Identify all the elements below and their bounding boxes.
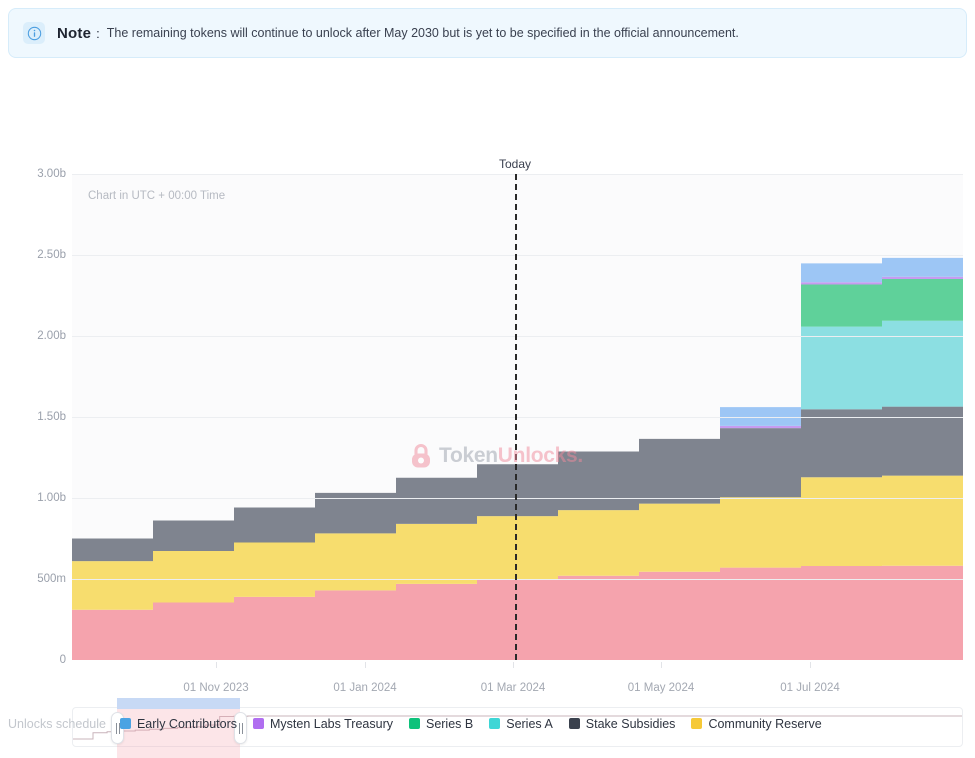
x-axis-tick-label: 01 Jan 2024	[333, 682, 396, 694]
gridline	[72, 255, 963, 256]
plot-area	[72, 174, 963, 660]
legend-item-label: Mysten Labs Treasury	[270, 717, 393, 731]
note-separator: :	[96, 26, 100, 41]
legend-swatch	[691, 718, 702, 729]
y-axis-tick-label: 500m	[4, 573, 66, 585]
note-text: The remaining tokens will continue to un…	[107, 26, 739, 40]
legend-item-mysten-labs-treasury[interactable]: Mysten Labs Treasury	[253, 717, 393, 731]
legend-item-series-a[interactable]: Series A	[489, 717, 553, 731]
y-axis-tick-label: 1.50b	[4, 411, 66, 423]
range-slider-tab[interactable]	[117, 698, 240, 709]
gridline	[72, 174, 963, 175]
y-axis-tick-label: 3.00b	[4, 168, 66, 180]
x-axis-tick-mark	[810, 662, 811, 668]
legend-item-label: Series A	[506, 717, 553, 731]
today-marker-label: Today	[499, 157, 531, 171]
legend-item-label: Community Reserve	[708, 717, 821, 731]
y-axis-tick-label: 2.50b	[4, 249, 66, 261]
legend-item-community-reserve[interactable]: Community Reserve	[691, 717, 821, 731]
gridline	[72, 336, 963, 337]
x-axis-tick-mark	[216, 662, 217, 668]
legend-item-series-b[interactable]: Series B	[409, 717, 473, 731]
legend-title: Unlocks schedule	[8, 717, 106, 731]
info-circle-icon	[23, 22, 45, 44]
x-axis-tick-label: 01 Nov 2023	[183, 682, 248, 694]
x-axis-tick-mark	[365, 662, 366, 668]
today-marker-line	[515, 174, 517, 660]
legend-swatch	[489, 718, 500, 729]
note-label: Note	[57, 25, 91, 42]
legend-swatch	[569, 718, 580, 729]
legend-swatch	[120, 718, 131, 729]
legend-swatch	[409, 718, 420, 729]
legend-item-label: Series B	[426, 717, 473, 731]
gridline	[72, 579, 963, 580]
x-axis-tick-mark	[661, 662, 662, 668]
legend-item-label: Stake Subsidies	[586, 717, 676, 731]
legend-swatch	[253, 718, 264, 729]
y-axis-tick-label: 2.00b	[4, 330, 66, 342]
y-axis-tick-label: 1.00b	[4, 492, 66, 504]
chart-legend: Unlocks schedule Early Contributors Myste…	[0, 712, 975, 735]
legend-item-stake-subsidies[interactable]: Stake Subsidies	[569, 717, 676, 731]
y-axis: 3.00b2.50b2.00b1.50b1.00b500m0	[0, 174, 66, 660]
x-axis-tick-label: 01 Mar 2024	[481, 682, 546, 694]
note-banner: Note : The remaining tokens will continu…	[8, 8, 967, 58]
x-axis-tick-label: 01 Jul 2024	[780, 682, 839, 694]
legend-item-early-contributors[interactable]: Early Contributors	[120, 717, 237, 731]
x-axis: 01 Nov 2023 01 Jan 2024 01 Mar 2024 01 May …	[0, 662, 975, 702]
unlocks-chart: 3.00b2.50b2.00b1.50b1.00b500m0 Chart in …	[0, 62, 975, 707]
legend-item-label: Early Contributors	[137, 717, 237, 731]
x-axis-tick-mark	[513, 662, 514, 668]
gridline	[72, 498, 963, 499]
utc-note: Chart in UTC + 00:00 Time	[88, 190, 225, 202]
x-axis-tick-label: 01 May 2024	[628, 682, 695, 694]
gridline	[72, 417, 963, 418]
